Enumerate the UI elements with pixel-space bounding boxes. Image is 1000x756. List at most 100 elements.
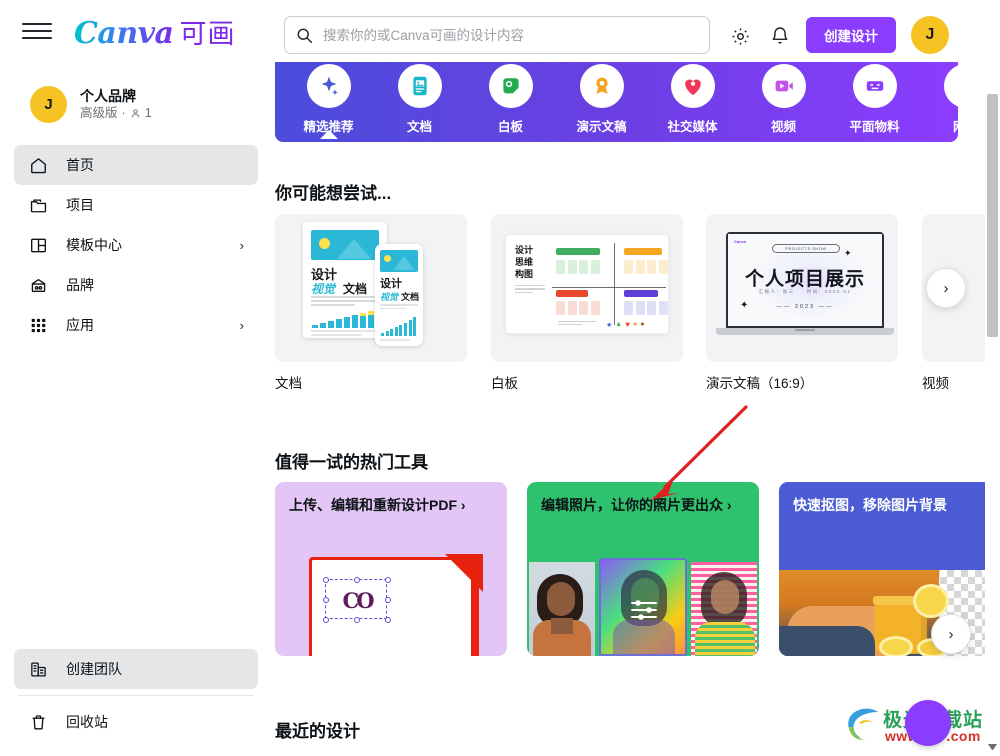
tools-section-title: 值得一试的热门工具 xyxy=(275,453,428,472)
sidebar-item-create-team[interactable]: 创建团队 xyxy=(14,649,258,689)
whiteboard-thumb: 设计 思维 构图 ★ ▲ ♥ ● ● xyxy=(491,214,683,362)
presentation-icon xyxy=(579,64,624,108)
sidebar-item-label: 首页 xyxy=(66,157,94,173)
main-content: 精选推荐 文档 白板 演示文稿 社交媒体 视频 平面物料 你可能想尝试... 设… xyxy=(272,62,1000,756)
tool-card-title: 快速抠图，移除图片背景 xyxy=(793,497,947,513)
apps-grid-icon xyxy=(26,316,50,335)
try-card-label: 演示文稿（16:9） xyxy=(706,376,814,391)
top-bar: Canva 可画 创建设计 J xyxy=(0,0,1000,62)
category-label: 社交媒体 xyxy=(667,120,718,134)
building-icon xyxy=(26,660,50,679)
sidebar-item-label: 创建团队 xyxy=(66,661,122,677)
category-tab-presentation[interactable]: 演示文稿 xyxy=(556,62,647,135)
brand-name: 个人品牌 xyxy=(80,88,136,104)
help-chat-button[interactable] xyxy=(905,700,951,746)
category-tab-whiteboard[interactable]: 白板 xyxy=(465,62,556,135)
document-icon xyxy=(397,64,442,108)
chevron-right-icon: › xyxy=(948,625,954,643)
sidebar-item-home[interactable]: 首页 xyxy=(14,145,258,185)
try-card-document[interactable]: 设计 视觉 文档 设计 视觉 文档 文档 xyxy=(275,214,467,392)
tool-card-title: 上传、编辑和重新设计PDF › xyxy=(289,497,466,513)
canva-home-page: Canva 可画 创建设计 J J xyxy=(0,0,1000,756)
brand-row[interactable]: J 个人品牌 高级版 · 1 xyxy=(0,62,272,123)
category-tab-social[interactable]: 社交媒体 xyxy=(647,62,738,135)
category-label: 平面物料 xyxy=(849,120,900,134)
try-carousel-next-button[interactable]: › xyxy=(926,268,966,308)
category-label: 白板 xyxy=(497,120,523,134)
photo-edit-art xyxy=(527,558,759,656)
chevron-right-icon: › xyxy=(239,317,244,333)
create-design-button[interactable]: 创建设计 xyxy=(806,17,896,53)
recent-section-title: 最近的设计 xyxy=(275,722,360,741)
try-section-title: 你可能想尝试... xyxy=(275,184,392,203)
video-icon xyxy=(761,64,806,108)
hamburger-icon[interactable] xyxy=(22,18,52,44)
category-tab-website[interactable]: 网站 xyxy=(920,62,958,135)
sidebar-item-apps[interactable]: 应用 › xyxy=(14,305,258,345)
doc-visual-thumb: 设计 视觉 文档 设计 视觉 文档 xyxy=(275,214,467,362)
sidebar-item-brand[interactable]: 品牌 xyxy=(14,265,258,305)
logo-text: Canva xyxy=(74,15,174,51)
user-avatar[interactable]: J xyxy=(911,16,949,54)
gear-icon[interactable] xyxy=(727,23,753,49)
brand-plan-row: 高级版 · 1 xyxy=(80,105,152,122)
home-icon xyxy=(26,156,50,175)
tool-card-pdf[interactable]: 上传、编辑和重新设计PDF › CO xyxy=(275,482,507,656)
pdf-edit-art: CO xyxy=(297,554,493,656)
sidebar-item-templates[interactable]: 模板中心 › xyxy=(14,225,258,265)
vertical-scrollbar[interactable] xyxy=(985,62,1000,756)
brand-avatar: J xyxy=(30,86,67,123)
brand-kit-icon xyxy=(26,276,50,295)
search-input[interactable] xyxy=(313,17,709,53)
category-label: 视频 xyxy=(770,120,796,134)
category-tab-featured[interactable]: 精选推荐 xyxy=(283,62,374,139)
search-bar[interactable] xyxy=(284,16,710,54)
category-label: 网站 xyxy=(953,116,958,135)
bell-icon[interactable] xyxy=(767,23,793,49)
sidebar-item-label: 项目 xyxy=(66,197,94,213)
brand-member-count: 1 xyxy=(144,106,152,120)
tool-card-photo-edit[interactable]: 编辑照片，让你的照片更出众 › xyxy=(527,482,759,656)
sidebar-divider xyxy=(18,695,254,696)
category-tab-document[interactable]: 文档 xyxy=(374,62,465,135)
website-icon xyxy=(943,64,958,108)
try-card-whiteboard[interactable]: 设计 思维 构图 ★ ▲ ♥ ● ● 白板 xyxy=(491,214,683,392)
sidebar-item-label: 回收站 xyxy=(66,714,108,730)
scrollbar-thumb[interactable] xyxy=(987,94,998,337)
category-label: 演示文稿 xyxy=(576,120,627,134)
brand-plan: 高级版 xyxy=(80,106,118,120)
sidebar-item-label: 应用 xyxy=(66,317,94,333)
folder-icon xyxy=(26,196,50,215)
tool-card-title: 编辑照片，让你的照片更出众 › xyxy=(541,497,732,513)
category-label: 文档 xyxy=(406,120,432,134)
whiteboard-icon xyxy=(488,64,533,108)
template-icon xyxy=(26,236,50,255)
sidebar: J 个人品牌 高级版 · 1 首页 项目 模板中心 › 品牌 应用 › 创建团队… xyxy=(0,62,272,756)
chevron-right-icon: › xyxy=(239,237,244,253)
logo-cn-text: 可画 xyxy=(179,18,236,50)
search-icon xyxy=(297,28,313,43)
active-caret-icon xyxy=(319,130,338,139)
canva-logo[interactable]: Canva 可画 xyxy=(74,12,236,51)
sidebar-bottom: 创建团队 回收站 xyxy=(0,649,272,756)
brand-separator: · xyxy=(121,106,126,120)
sparkle-icon xyxy=(306,64,351,108)
sidebar-item-projects[interactable]: 项目 xyxy=(14,185,258,225)
try-card-label: 文档 xyxy=(275,376,302,391)
chevron-right-icon: › xyxy=(943,279,949,297)
category-strip: 精选推荐 文档 白板 演示文稿 社交媒体 视频 平面物料 xyxy=(275,62,958,142)
category-tab-video[interactable]: 视频 xyxy=(738,62,829,135)
presentation-thumb: Canva PROJECTS SHOW 个人项目展示 汇报人：张三 时间：202… xyxy=(706,214,898,362)
person-icon xyxy=(131,109,139,118)
social-media-icon xyxy=(670,64,715,108)
watermark-logo-icon xyxy=(848,708,878,741)
category-tab-print[interactable]: 平面物料 xyxy=(829,62,920,135)
sidebar-item-label: 模板中心 xyxy=(66,237,122,253)
adjust-sliders-icon xyxy=(631,600,657,620)
sidebar-item-trash[interactable]: 回收站 xyxy=(14,702,258,742)
print-material-icon xyxy=(852,64,897,108)
tools-carousel-next-button[interactable]: › xyxy=(931,614,971,654)
try-card-presentation[interactable]: Canva PROJECTS SHOW 个人项目展示 汇报人：张三 时间：202… xyxy=(706,214,898,392)
sidebar-nav: 首页 项目 模板中心 › 品牌 应用 › xyxy=(0,145,272,345)
trash-icon xyxy=(26,713,50,732)
